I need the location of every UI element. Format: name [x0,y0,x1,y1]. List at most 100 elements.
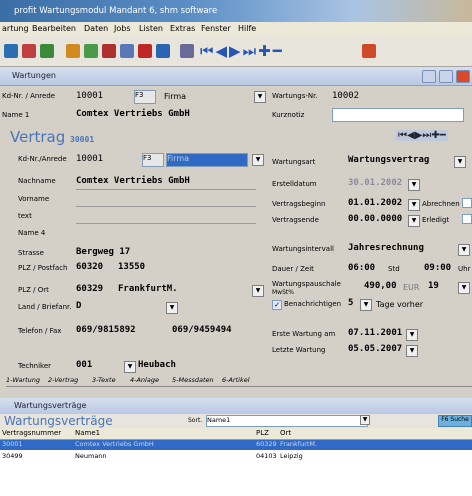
anrede-select[interactable]: Firma [166,153,248,167]
beginn-value: 01.01.2002 [348,198,403,208]
col-plz[interactable]: PLZ [256,429,269,437]
label-ende: Vertragsende [272,216,319,224]
calendar-icon[interactable]: ▼ [408,179,420,191]
label-pauschale: Wartungspauschale [272,280,341,288]
calendar-icon[interactable]: ▼ [406,329,418,341]
search-button[interactable]: F6 Suche [438,415,472,427]
firma-top: Firma [164,92,187,101]
close-icon[interactable] [456,70,470,83]
label-strasse: Strasse [18,249,44,257]
mwst-value: 19 [428,281,439,291]
col-vertragsnummer[interactable]: Vertragsnummer [2,429,61,437]
label-plzpf: PLZ / Postfach [18,264,68,272]
record-nav-icon[interactable]: ⏮◀▶⏭✚━ [396,130,448,141]
erste-value: 07.11.2001 [348,328,403,338]
label-eur: EUR [403,283,420,292]
label-telefon: Telefon / Fax [18,327,62,335]
label-name4: Name 4 [18,229,46,237]
delete-icon[interactable] [138,44,152,58]
label-text: text [18,212,32,220]
wartungsart-value: Wartungsvertrag [348,155,430,165]
menu-wartung[interactable]: artung [2,24,29,33]
erledigt-checkbox[interactable] [462,214,472,224]
label-name1: Name 1 [2,111,30,119]
label-letzte: Letzte Wartung [272,346,326,354]
label-uhr: Uhr [458,265,471,273]
copy-icon[interactable] [66,44,80,58]
pencil-icon[interactable] [120,44,134,58]
window-title-label: Wartungsverträge [14,401,87,410]
menu-daten[interactable]: Daten [84,24,108,33]
label-wartungsart: Wartungsart [272,158,316,166]
label-tage: Tage vorher [376,300,424,309]
table-header-row: Vertragsnummer Name1 PLZ Ort [0,428,472,440]
edit-icon[interactable] [102,44,116,58]
label-land: Land / Briefanr. [18,303,72,311]
menu-listen[interactable]: Listen [139,24,163,33]
col-ort[interactable]: Ort [280,429,291,437]
chevron-down-icon[interactable]: ▼ [360,415,370,425]
label-wartnr: Wartungs-Nr. [272,92,318,100]
chevron-down-icon[interactable]: ▼ [166,302,178,314]
strasse-value: Bergweg 17 [76,247,131,257]
menu-jobs[interactable]: Jobs [114,24,131,33]
chevron-down-icon[interactable]: ▼ [252,285,264,297]
menu-bearbeiten[interactable]: Bearbeiten [32,24,76,33]
abrechnen-checkbox[interactable] [462,198,472,208]
spin-icon[interactable]: ▼ [360,299,372,311]
nachname-value: Comtex Vertriebs GmbH [76,176,190,186]
calendar-icon[interactable]: ▼ [408,215,420,227]
f3-button[interactable]: F3 [142,153,164,167]
erstell-value: 30.01.2002 [348,178,403,188]
tab-texte[interactable]: 3-Texte [92,376,116,384]
dauer-value: 06:00 [348,263,376,273]
benachrichtigen-checkbox[interactable]: ✓ [272,300,282,310]
chevron-down-icon[interactable]: ▼ [252,154,264,166]
chevron-down-icon[interactable]: ▼ [458,244,470,256]
land-value: D [76,301,82,311]
f3-top-button[interactable]: F3 [134,90,156,104]
chevron-down-icon[interactable]: ▼ [124,361,136,373]
techniker-name: Heubach [138,360,176,370]
list-heading: Wartungsverträge [4,414,113,428]
table-row[interactable]: 30499 Neumann 04103 Leipzig [0,452,472,462]
tab-wartung[interactable]: 1-Wartung [6,376,40,384]
tab-artikel[interactable]: 6-Artikel [222,376,250,384]
fax-value: 069/9459494 [172,325,232,335]
maximize-icon[interactable] [439,70,453,83]
minimize-icon[interactable] [422,70,436,83]
tab-anlage[interactable]: 4-Anlage [130,376,159,384]
calendar-icon[interactable]: ▼ [406,345,418,357]
divider [76,223,256,224]
menu-fenster[interactable]: Fenster [201,24,231,33]
table-row[interactable]: 30001 Comtex Vertriebs GmbH 60329 Frankf… [0,440,472,450]
benach-value: 5 [348,298,354,308]
chevron-down-icon[interactable]: ▼ [458,282,470,294]
calc-icon[interactable] [84,44,98,58]
nav-arrows-icon[interactable]: ⏮◀▶⏭✚━ [200,42,284,60]
save-icon[interactable] [4,44,18,58]
refresh-icon[interactable] [156,44,170,58]
print-icon[interactable] [22,44,36,58]
pauschale-value: 490,00 [364,281,397,291]
calendar-icon[interactable]: ▼ [408,199,420,211]
kurznotiz-field[interactable] [332,108,464,122]
menu-bar: artung Bearbeiten Daten Jobs Listen Extr… [0,22,472,37]
list-icon[interactable] [40,44,54,58]
exit-icon[interactable] [362,44,376,58]
zeit-value: 09:00 [424,263,452,273]
plz1-value: 60320 [76,262,104,272]
toolbar: ⏮◀▶⏭✚━ [0,36,472,67]
label-intervall: Wartungsintervall [272,245,334,253]
chevron-down-icon[interactable]: ▼ [254,91,266,103]
col-name1[interactable]: Name1 [75,429,100,437]
menu-extras[interactable]: Extras [170,24,195,33]
label-erledigt: Erledigt [422,216,450,224]
label-techniker: Techniker [18,362,52,370]
chevron-down-icon[interactable]: ▼ [454,156,466,168]
filter-icon[interactable] [180,44,194,58]
tab-vertrag[interactable]: 2-Vertrag [48,376,78,384]
tab-messdaten[interactable]: 5-Messdaten [172,376,214,384]
sort-select[interactable]: Name1 [206,415,368,427]
menu-hilfe[interactable]: Hilfe [238,24,256,33]
